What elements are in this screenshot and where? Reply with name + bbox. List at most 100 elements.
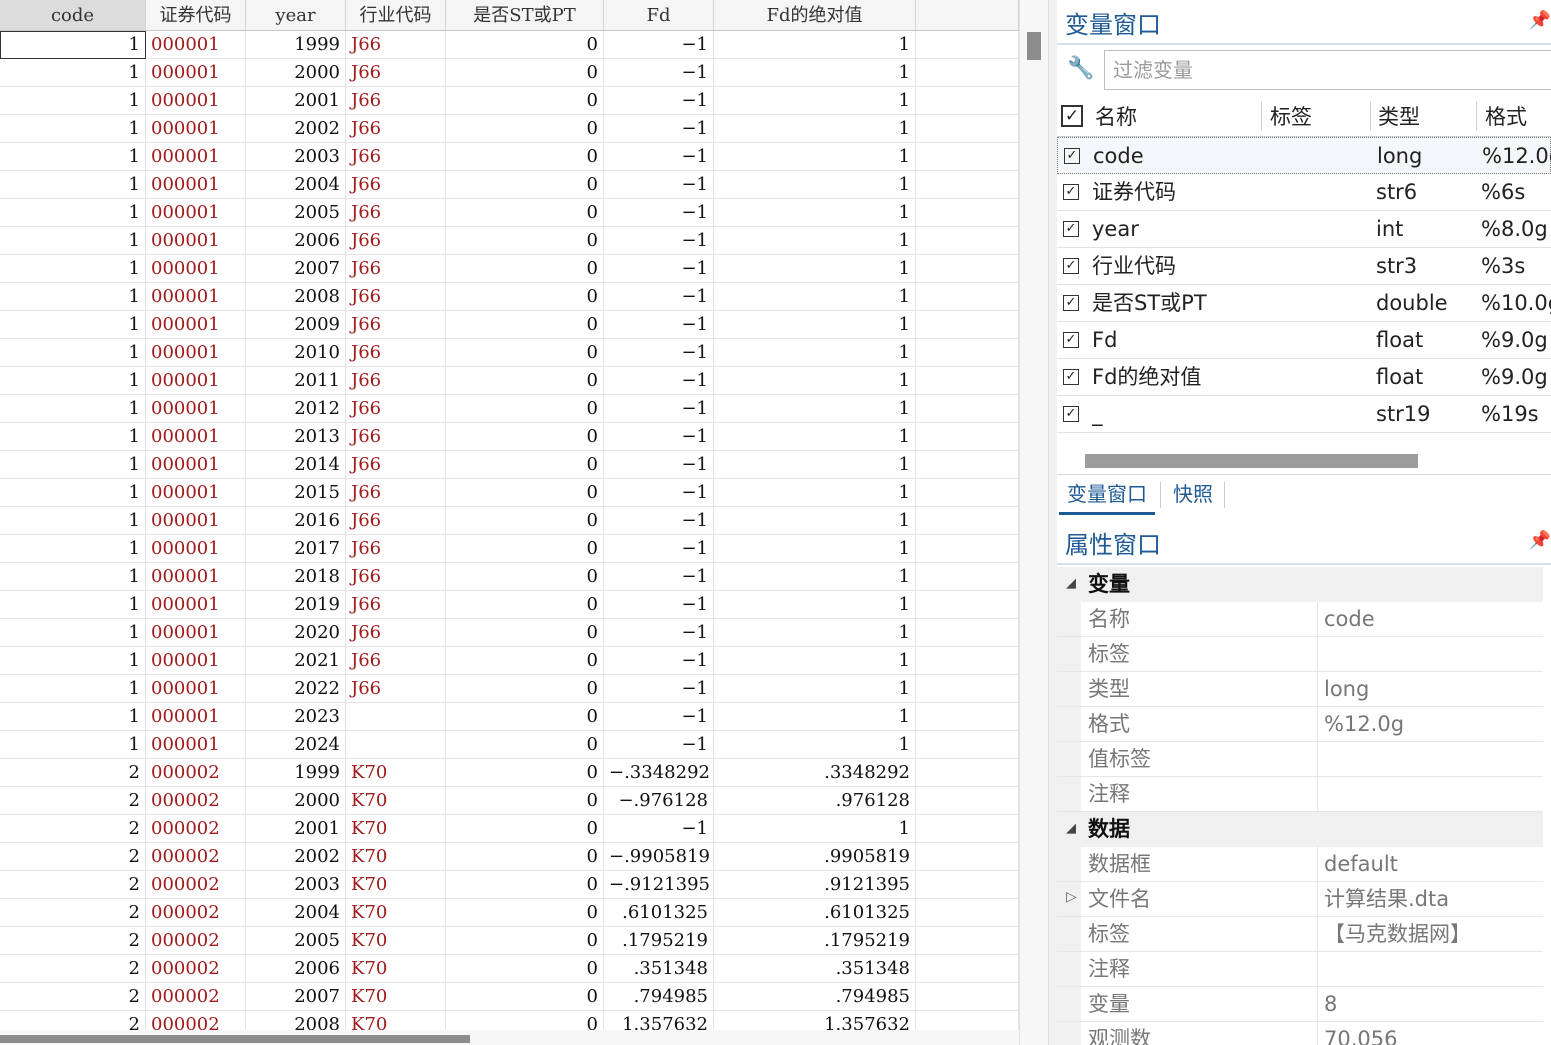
table-cell[interactable]: J66	[346, 647, 446, 675]
table-cell[interactable]: 0	[446, 339, 604, 367]
variable-row[interactable]: ✓ code long %12.0g	[1057, 137, 1551, 174]
column-header-6[interactable]: Fd的绝对值	[714, 0, 916, 30]
table-cell[interactable]: 1	[714, 255, 916, 283]
table-cell[interactable]: −1	[604, 423, 714, 451]
table-cell[interactable]: 1	[0, 591, 146, 619]
table-cell[interactable]: 1	[714, 647, 916, 675]
property-row[interactable]: 标签	[1057, 637, 1543, 672]
table-cell[interactable]: 2001	[246, 87, 346, 115]
table-cell[interactable]: 0	[446, 927, 604, 955]
table-cell[interactable]: −1	[604, 227, 714, 255]
table-cell[interactable]: .976128	[714, 787, 916, 815]
table-cell[interactable]: 000001	[146, 255, 246, 283]
table-cell[interactable]: J66	[346, 143, 446, 171]
table-cell[interactable]: K70	[346, 927, 446, 955]
table-cell[interactable]: .9121395	[714, 871, 916, 899]
table-cell[interactable]: −1	[604, 31, 714, 59]
table-cell[interactable]: 0	[446, 703, 604, 731]
table-cell[interactable]: .1795219	[604, 927, 714, 955]
header-label[interactable]: 标签	[1270, 98, 1312, 136]
collapse-triangle-icon[interactable]: ◢	[1066, 821, 1076, 836]
property-row[interactable]: 标签 【马克数据网】	[1057, 917, 1543, 952]
table-cell[interactable]: −1	[604, 815, 714, 843]
table-cell[interactable]: 1	[0, 367, 146, 395]
table-cell[interactable]: 0	[446, 479, 604, 507]
table-cell[interactable]: J66	[346, 619, 446, 647]
table-cell[interactable]: J66	[346, 367, 446, 395]
table-cell[interactable]: 000001	[146, 143, 246, 171]
table-cell[interactable]: J66	[346, 591, 446, 619]
table-cell[interactable]: 000001	[146, 591, 246, 619]
table-cell[interactable]: 1	[0, 451, 146, 479]
table-cell[interactable]: 0	[446, 1011, 604, 1030]
table-cell[interactable]: 0	[446, 675, 604, 703]
table-cell[interactable]: 0	[446, 507, 604, 535]
table-cell[interactable]: 1	[0, 619, 146, 647]
table-cell[interactable]: K70	[346, 871, 446, 899]
table-cell[interactable]: 1	[0, 339, 146, 367]
column-header-5[interactable]: Fd	[604, 0, 714, 30]
table-cell[interactable]: −.976128	[604, 787, 714, 815]
checkbox-icon[interactable]: ✓	[1063, 406, 1079, 422]
pin-icon[interactable]: 📌	[1529, 10, 1551, 31]
table-cell[interactable]: K70	[346, 815, 446, 843]
table-cell[interactable]: 0	[446, 619, 604, 647]
checkbox-icon[interactable]: ✓	[1063, 332, 1079, 348]
table-cell[interactable]: 000002	[146, 927, 246, 955]
table-cell[interactable]: 2	[0, 927, 146, 955]
variable-row[interactable]: ✓ 是否ST或PT double %10.0g	[1057, 285, 1551, 322]
table-cell[interactable]: 2021	[246, 647, 346, 675]
table-cell[interactable]: 0	[446, 815, 604, 843]
variable-row[interactable]: ✓ Fd float %9.0g	[1057, 322, 1551, 359]
table-cell[interactable]: 000001	[146, 339, 246, 367]
table-cell[interactable]: 1	[0, 395, 146, 423]
table-cell[interactable]: −1	[604, 283, 714, 311]
table-cell[interactable]: 1	[714, 619, 916, 647]
column-header-4[interactable]: 是否ST或PT	[446, 0, 604, 30]
table-cell[interactable]: 0	[446, 423, 604, 451]
table-cell[interactable]: 0	[446, 955, 604, 983]
property-row[interactable]: 注释	[1057, 777, 1543, 812]
table-cell[interactable]: −1	[604, 87, 714, 115]
grid-vertical-scroll-thumb[interactable]	[1027, 32, 1041, 60]
table-cell[interactable]: 2	[0, 759, 146, 787]
table-cell[interactable]: 1	[0, 283, 146, 311]
property-row[interactable]: ▷ 文件名 计算结果.dta	[1057, 882, 1543, 917]
table-cell[interactable]: −1	[604, 255, 714, 283]
table-cell[interactable]: 1	[0, 143, 146, 171]
table-cell[interactable]: 000001	[146, 675, 246, 703]
table-cell[interactable]: 0	[446, 899, 604, 927]
table-cell[interactable]: 1	[714, 507, 916, 535]
table-cell[interactable]: 000001	[146, 59, 246, 87]
table-cell[interactable]: 000001	[146, 507, 246, 535]
table-cell[interactable]: −1	[604, 619, 714, 647]
table-cell[interactable]: 000001	[146, 87, 246, 115]
table-cell[interactable]: −1	[604, 563, 714, 591]
tab-snapshots[interactable]: 快照	[1165, 476, 1221, 512]
table-cell[interactable]: J66	[346, 675, 446, 703]
table-cell[interactable]: 0	[446, 143, 604, 171]
table-cell[interactable]: 2002	[246, 843, 346, 871]
table-cell[interactable]: J66	[346, 395, 446, 423]
table-cell[interactable]: 000001	[146, 227, 246, 255]
table-cell[interactable]: 000002	[146, 983, 246, 1011]
table-cell[interactable]: 000001	[146, 451, 246, 479]
table-cell[interactable]: 0	[446, 367, 604, 395]
table-cell[interactable]: 0	[446, 199, 604, 227]
table-cell[interactable]: 1	[0, 171, 146, 199]
table-cell[interactable]: 1	[714, 87, 916, 115]
table-cell[interactable]: .794985	[714, 983, 916, 1011]
table-cell[interactable]: 2019	[246, 591, 346, 619]
table-cell[interactable]: K70	[346, 1011, 446, 1030]
table-cell[interactable]: −1	[604, 731, 714, 759]
table-cell[interactable]: 1	[0, 479, 146, 507]
table-cell[interactable]: 2010	[246, 339, 346, 367]
property-row[interactable]: 数据框 default	[1057, 847, 1543, 882]
table-cell[interactable]: 000002	[146, 1011, 246, 1030]
table-cell[interactable]: 2	[0, 1011, 146, 1030]
table-cell[interactable]: J66	[346, 31, 446, 59]
variable-row[interactable]: ✓ year int %8.0g	[1057, 211, 1551, 248]
table-cell[interactable]: J66	[346, 59, 446, 87]
table-cell[interactable]: 2000	[246, 787, 346, 815]
header-type[interactable]: 类型	[1378, 98, 1420, 136]
